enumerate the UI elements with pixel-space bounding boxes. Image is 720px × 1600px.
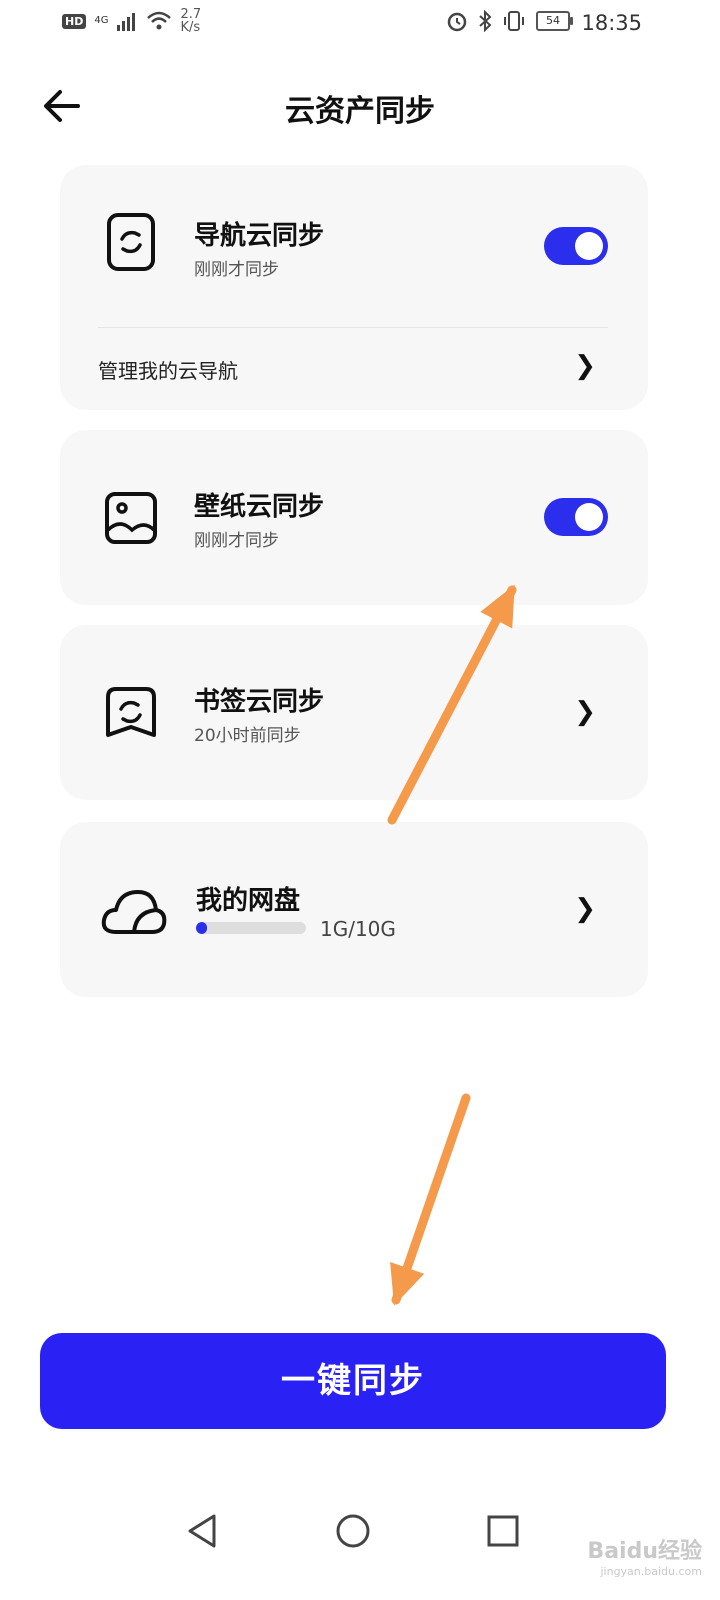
wifi-icon bbox=[147, 11, 172, 30]
annotation-arrow-down bbox=[391, 1093, 471, 1305]
nav-sync-card: 导航云同步 刚刚才同步 管理我的云导航 ❯ bbox=[60, 165, 648, 410]
storage-usage: 1G/10G bbox=[320, 917, 396, 941]
storage-progress-fill bbox=[196, 922, 207, 934]
chevron-right-icon[interactable]: ❯ bbox=[574, 351, 596, 381]
bookmark-sync-title: 书签云同步 bbox=[194, 687, 325, 717]
nav-home-button[interactable] bbox=[330, 1508, 376, 1554]
hd-badge: HD bbox=[62, 13, 87, 29]
divider bbox=[98, 327, 608, 328]
wallpaper-sync-card: 壁纸云同步 刚刚才同步 bbox=[60, 430, 648, 605]
bookmark-sync-icon bbox=[104, 685, 158, 743]
nav-sync-status: 刚刚才同步 bbox=[194, 260, 279, 280]
network-indicator: 4G bbox=[94, 15, 109, 26]
wallpaper-sync-status: 刚刚才同步 bbox=[194, 531, 279, 551]
nav-back-button[interactable] bbox=[180, 1508, 226, 1554]
clock: 18:35 bbox=[581, 11, 642, 35]
bluetooth-icon bbox=[479, 10, 492, 32]
wallpaper-sync-toggle[interactable] bbox=[544, 498, 608, 536]
storage-progress-bar bbox=[196, 922, 306, 934]
vibrate-icon bbox=[504, 11, 524, 31]
annotation-arrow-down-head bbox=[390, 1261, 425, 1306]
baidu-watermark: Baidu经验 jingyan.baidu.com bbox=[587, 1539, 702, 1578]
status-bar: HD 4G 2.7 K/s 54 18:35 bbox=[0, 0, 720, 48]
page-title: 云资产同步 bbox=[285, 94, 435, 129]
square-recents-icon bbox=[487, 1515, 519, 1547]
cloud-disk-card[interactable]: 我的网盘 1G/10G ❯ bbox=[60, 822, 648, 997]
bookmark-sync-status: 20小时前同步 bbox=[194, 726, 301, 746]
chevron-right-icon: ❯ bbox=[574, 697, 596, 727]
bookmark-sync-card[interactable]: 书签云同步 20小时前同步 ❯ bbox=[60, 625, 648, 800]
one-click-sync-button[interactable]: 一键同步 bbox=[40, 1333, 666, 1429]
circle-home-icon bbox=[336, 1514, 370, 1548]
battery-indicator: 54 bbox=[536, 11, 573, 31]
nav-sync-toggle[interactable] bbox=[544, 227, 608, 265]
nav-recents-button[interactable] bbox=[480, 1508, 526, 1554]
image-icon bbox=[104, 490, 158, 548]
chevron-right-icon: ❯ bbox=[574, 894, 596, 924]
sync-phone-icon bbox=[104, 213, 158, 271]
cloud-icon bbox=[100, 884, 168, 942]
nav-sync-title: 导航云同步 bbox=[194, 221, 325, 251]
signal-icon bbox=[117, 13, 136, 31]
triangle-back-icon bbox=[188, 1514, 216, 1548]
manage-cloud-nav-link[interactable]: 管理我的云导航 bbox=[98, 355, 238, 384]
wallpaper-sync-title: 壁纸云同步 bbox=[194, 492, 325, 522]
alarm-icon bbox=[447, 12, 467, 32]
network-speed: 2.7 K/s bbox=[180, 7, 202, 35]
cloud-disk-title: 我的网盘 bbox=[196, 886, 301, 916]
